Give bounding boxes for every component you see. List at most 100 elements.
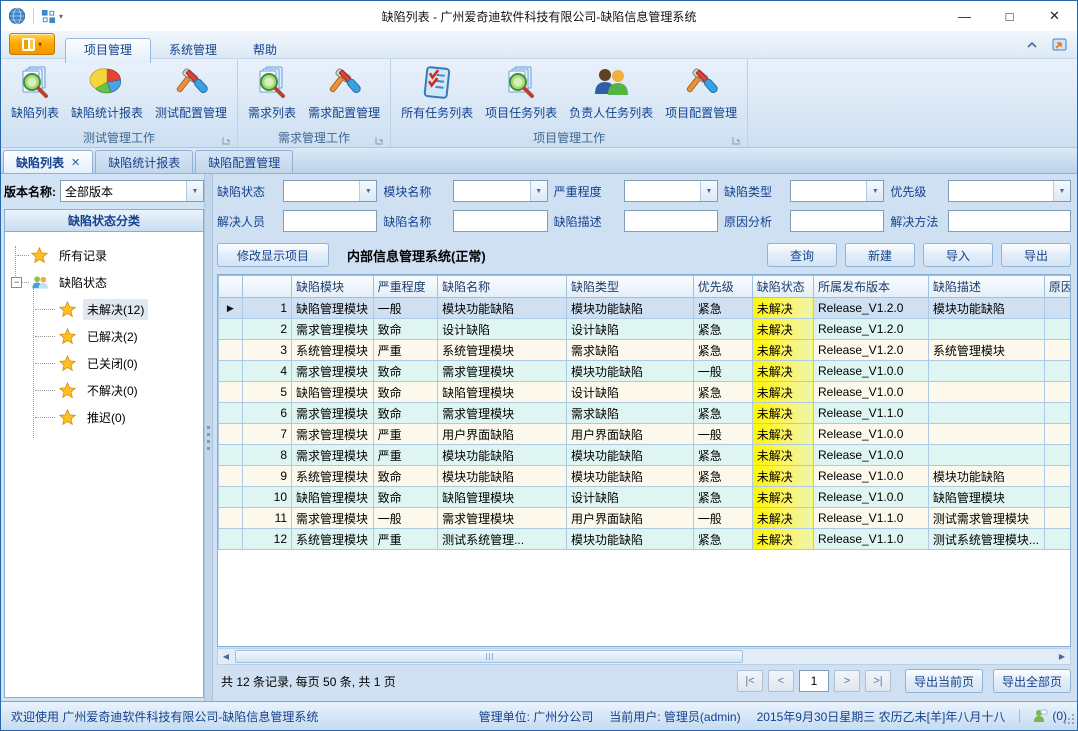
chevron-down-icon[interactable]: ▼ bbox=[530, 181, 547, 201]
grid-cell[interactable] bbox=[928, 445, 1044, 466]
grid-cell[interactable]: 用户界面缺陷 bbox=[438, 424, 567, 445]
grid-cell[interactable]: 未解决 bbox=[752, 340, 813, 361]
row-number-cell[interactable]: 12 bbox=[242, 529, 291, 550]
grid-cell[interactable]: 紧急 bbox=[693, 319, 752, 340]
grid-cell[interactable]: Release_V1.0.0 bbox=[813, 424, 928, 445]
grid-cell[interactable]: 系统管理模块 bbox=[438, 340, 567, 361]
document-tab[interactable]: 缺陷列表✕ bbox=[3, 150, 93, 173]
row-number-cell[interactable]: 5 bbox=[242, 382, 291, 403]
grid-cell[interactable]: 测试系统管理模块... bbox=[928, 529, 1044, 550]
grid-cell[interactable]: 用户界面缺陷 bbox=[566, 508, 693, 529]
modify-columns-button[interactable]: 修改显示项目 bbox=[217, 243, 329, 267]
column-header[interactable]: 缺陷名称 bbox=[438, 276, 567, 298]
grid-cell[interactable]: 严重 bbox=[373, 529, 437, 550]
row-marker-cell[interactable] bbox=[219, 466, 243, 487]
grid-cell[interactable] bbox=[1044, 487, 1071, 508]
grid-cell[interactable] bbox=[1044, 403, 1071, 424]
scroll-left-icon[interactable]: ◀ bbox=[218, 652, 234, 661]
grid-cell[interactable] bbox=[1044, 319, 1071, 340]
style-help-icon[interactable] bbox=[1051, 36, 1069, 57]
grid-cell[interactable]: Release_V1.1.0 bbox=[813, 508, 928, 529]
dialog-launcher-icon[interactable] bbox=[222, 134, 231, 143]
grid-cell[interactable]: 需求管理模块 bbox=[292, 445, 374, 466]
grid-cell[interactable] bbox=[1044, 298, 1071, 319]
grid-cell[interactable]: 系统管理模块 bbox=[292, 529, 374, 550]
filter-select[interactable]: ▼ bbox=[624, 180, 718, 202]
column-header[interactable]: 优先级 bbox=[693, 276, 752, 298]
grid-cell[interactable]: 未解决 bbox=[752, 298, 813, 319]
grid-cell[interactable]: Release_V1.2.0 bbox=[813, 340, 928, 361]
grid-cell[interactable]: 严重 bbox=[373, 424, 437, 445]
filter-input[interactable] bbox=[624, 210, 718, 232]
grid-cell[interactable]: 用户界面缺陷 bbox=[566, 424, 693, 445]
row-number-cell[interactable]: 7 bbox=[242, 424, 291, 445]
ribbon-button[interactable]: 缺陷统计报表 bbox=[65, 62, 149, 121]
grid-cell[interactable]: Release_V1.0.0 bbox=[813, 361, 928, 382]
row-marker-cell[interactable] bbox=[219, 382, 243, 403]
grid-cell[interactable]: 缺陷管理模块 bbox=[438, 382, 567, 403]
grid-cell[interactable]: 未解决 bbox=[752, 382, 813, 403]
ribbon-button[interactable]: 测试配置管理 bbox=[149, 62, 233, 121]
grid-cell[interactable]: Release_V1.0.0 bbox=[813, 382, 928, 403]
document-tab[interactable]: 缺陷统计报表 bbox=[95, 150, 193, 173]
grid-cell[interactable]: 模块功能缺陷 bbox=[438, 298, 567, 319]
grid-cell[interactable]: Release_V1.2.0 bbox=[813, 319, 928, 340]
ribbon-button[interactable]: 需求配置管理 bbox=[302, 62, 386, 121]
grid-cell[interactable]: 系统管理模块 bbox=[928, 340, 1044, 361]
grid-cell[interactable]: Release_V1.0.0 bbox=[813, 466, 928, 487]
row-number-cell[interactable]: 9 bbox=[242, 466, 291, 487]
grid-cell[interactable]: 需求管理模块 bbox=[292, 403, 374, 424]
row-marker-cell[interactable] bbox=[219, 340, 243, 361]
tree-node[interactable]: 已关闭(0) bbox=[7, 350, 201, 377]
tree-node[interactable]: 未解决(12) bbox=[7, 296, 201, 323]
scroll-right-icon[interactable]: ▶ bbox=[1054, 652, 1070, 661]
grid-cell[interactable]: 未解决 bbox=[752, 361, 813, 382]
filter-input[interactable] bbox=[790, 210, 884, 232]
application-menu-button[interactable]: ▾ bbox=[9, 33, 55, 55]
row-number-cell[interactable]: 8 bbox=[242, 445, 291, 466]
filter-select[interactable]: ▼ bbox=[790, 180, 884, 202]
close-button[interactable]: ✕ bbox=[1032, 1, 1077, 31]
grid-cell[interactable]: 未解决 bbox=[752, 487, 813, 508]
grid-cell[interactable]: 缺陷管理模块 bbox=[438, 487, 567, 508]
page-number-input[interactable] bbox=[799, 670, 829, 692]
grid-cell[interactable]: 设计缺陷 bbox=[566, 382, 693, 403]
column-header[interactable]: 缺陷类型 bbox=[566, 276, 693, 298]
grid-cell[interactable]: 测试需求管理模块 bbox=[928, 508, 1044, 529]
grid-cell[interactable]: 严重 bbox=[373, 445, 437, 466]
ribbon-button[interactable]: 缺陷列表 bbox=[5, 62, 65, 121]
chevron-down-icon[interactable]: ▼ bbox=[700, 181, 717, 201]
table-row[interactable]: 12系统管理模块严重测试系统管理...模块功能缺陷紧急未解决Release_V1… bbox=[219, 529, 1072, 550]
grid-cell[interactable]: Release_V1.1.0 bbox=[813, 529, 928, 550]
toolbar-action-button[interactable]: 导入 bbox=[923, 243, 993, 267]
grid-cell[interactable]: 需求缺陷 bbox=[566, 340, 693, 361]
version-select[interactable]: 全部版本 ▼ bbox=[60, 180, 204, 202]
column-header[interactable]: 缺陷模块 bbox=[292, 276, 374, 298]
row-marker-cell[interactable] bbox=[219, 445, 243, 466]
tree-node[interactable]: 所有记录 bbox=[7, 242, 201, 269]
grid-cell[interactable]: 设计缺陷 bbox=[566, 319, 693, 340]
scrollbar-thumb[interactable] bbox=[235, 650, 743, 663]
grid-cell[interactable]: 模块功能缺陷 bbox=[438, 445, 567, 466]
column-header[interactable]: 严重程度 bbox=[373, 276, 437, 298]
grid-cell[interactable]: 测试系统管理... bbox=[438, 529, 567, 550]
grid-cell[interactable]: 一般 bbox=[693, 361, 752, 382]
grid-cell[interactable]: 致命 bbox=[373, 319, 437, 340]
export-all-pages-button[interactable]: 导出全部页 bbox=[993, 669, 1071, 693]
grid-cell[interactable]: 模块功能缺陷 bbox=[566, 445, 693, 466]
grid-cell[interactable]: 紧急 bbox=[693, 382, 752, 403]
grid-cell[interactable]: 模块功能缺陷 bbox=[438, 466, 567, 487]
column-header[interactable]: 所属发布版本 bbox=[813, 276, 928, 298]
grid-cell[interactable] bbox=[928, 361, 1044, 382]
grid-cell[interactable]: Release_V1.0.0 bbox=[813, 487, 928, 508]
grid-cell[interactable]: 模块功能缺陷 bbox=[928, 466, 1044, 487]
maximize-button[interactable]: □ bbox=[987, 1, 1032, 31]
grid-cell[interactable]: 需求管理模块 bbox=[292, 319, 374, 340]
filter-input[interactable] bbox=[453, 210, 547, 232]
grid-cell[interactable]: 缺陷管理模块 bbox=[292, 487, 374, 508]
grid-cell[interactable]: Release_V1.2.0 bbox=[813, 298, 928, 319]
next-page-button[interactable]: > bbox=[834, 670, 860, 692]
grid-cell[interactable]: 致命 bbox=[373, 403, 437, 424]
sidebar-splitter[interactable] bbox=[204, 174, 213, 701]
filter-input[interactable] bbox=[948, 210, 1071, 232]
